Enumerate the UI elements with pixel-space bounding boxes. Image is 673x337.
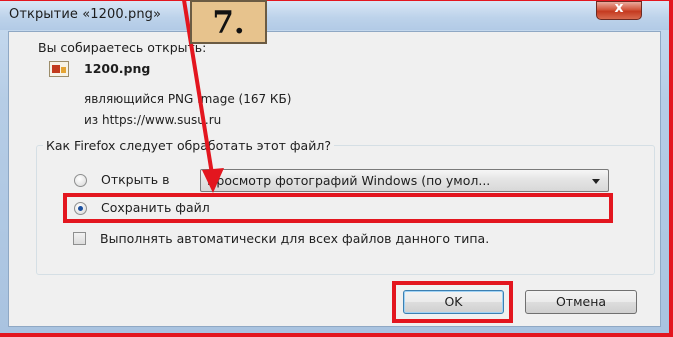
step-number-badge: 7. (190, 0, 267, 44)
dialog-window: Открытие «1200.png» x Вы собираетесь отк… (0, 0, 673, 337)
arrow-head-icon (202, 168, 224, 193)
pointer-arrow (182, 0, 224, 193)
